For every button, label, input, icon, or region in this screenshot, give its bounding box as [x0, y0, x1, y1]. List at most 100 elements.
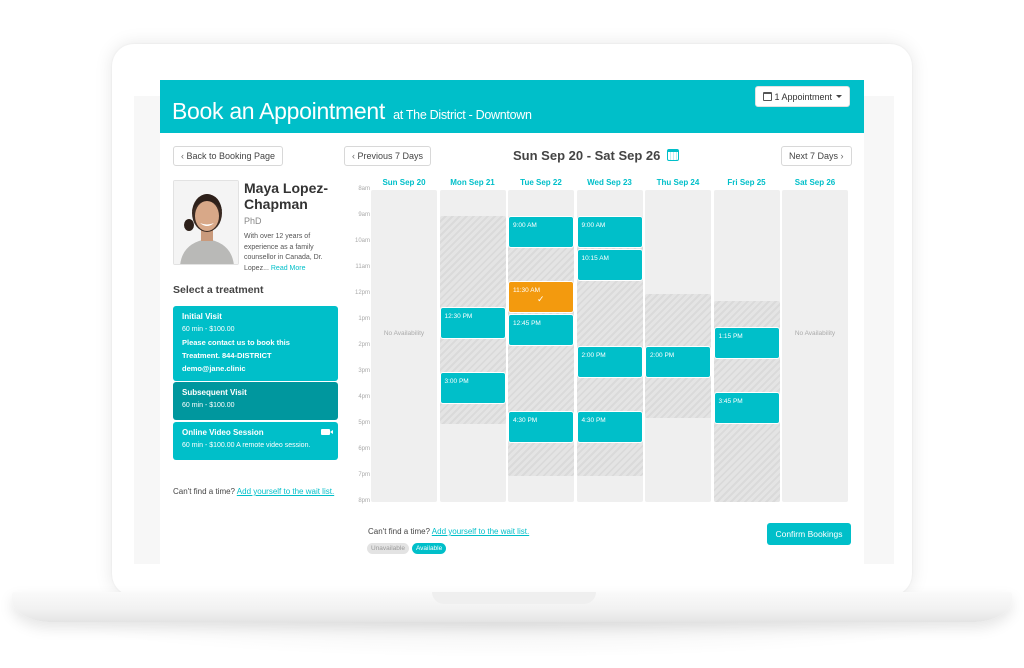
booking-screen: Book an Appointment at The District - Do… — [160, 80, 864, 564]
time-slot[interactable]: 12:45 PM — [508, 313, 574, 346]
treatment-meta: 60 min - $100.00 — [182, 326, 235, 333]
practitioner-credential: PhD — [244, 216, 262, 226]
day-header: Wed Sep 23 — [587, 178, 632, 187]
legend-available: Available — [411, 543, 447, 554]
treatment-meta: 60 min - $100.00 — [182, 402, 235, 409]
hour-label: 1pm — [358, 316, 370, 322]
treatment-note: demo@jane.clinic — [182, 364, 246, 373]
next-label: Next 7 Days — [789, 151, 839, 161]
slot-time: 12:30 PM — [444, 313, 473, 320]
appointments-dropdown[interactable]: 1 Appointment — [755, 86, 850, 107]
waitlist-prompt-bottom: Can't find a time? Add yourself to the w… — [368, 527, 529, 536]
hour-label: 11am — [355, 264, 370, 270]
hour-label: 6pm — [358, 446, 370, 452]
avatar — [174, 181, 238, 264]
confirm-bookings-button[interactable]: Confirm Bookings — [767, 523, 851, 545]
time-slot-selected[interactable]: 11:30 AM ✓ — [508, 281, 574, 313]
day-header: Sun Sep 20 — [382, 178, 426, 187]
availability-calendar: 8am 9am 10am 11am 12pm 1pm 2pm 3pm 4pm 5pm 6pm 7pm 8… — [345, 178, 850, 508]
availability-legend: Unavailable Available — [367, 543, 447, 554]
time-slot[interactable]: 9:00 AM — [576, 216, 643, 248]
video-camera-icon — [321, 429, 333, 435]
waitlist-prompt-sidebar: Can't find a time? Add yourself to the w… — [173, 486, 343, 498]
day-column: 9:00 AM 10:15 AM 2:00 PM 4:30 PM — [576, 190, 643, 502]
previous-7-days-button[interactable]: ‹ Previous 7 Days — [344, 146, 432, 166]
slot-time: 3:45 PM — [718, 397, 743, 405]
laptop-mockup: Book an Appointment at The District - Do… — [0, 0, 1024, 668]
time-slot[interactable]: 9:00 AM — [508, 216, 574, 248]
laptop-shadow — [40, 618, 984, 658]
slot-time: 3:00 PM — [444, 378, 469, 385]
back-label: Back to Booking Page — [186, 151, 276, 161]
day-header: Fri Sep 25 — [727, 178, 766, 187]
slot-time: 4:30 PM — [513, 417, 538, 424]
treatment-name: Initial Visit — [182, 312, 222, 321]
time-slot[interactable]: 3:00 PM — [439, 372, 506, 404]
screen-margin-right — [864, 96, 894, 564]
title-text: Book an Appointment — [172, 98, 385, 124]
legend-unavailable: Unavailable — [367, 543, 409, 554]
day-column: No Availability — [782, 190, 848, 502]
slot-time: 4:30 PM — [581, 417, 606, 424]
slot-time: 2:00 PM — [581, 352, 606, 359]
page-title: Book an Appointment at The District - Do… — [172, 98, 532, 125]
slot-time: 1:15 PM — [718, 332, 743, 340]
hour-label: 5pm — [358, 420, 370, 426]
day-column: 9:00 AM 11:30 AM ✓ 12:45 PM 4:30 PM — [508, 190, 574, 502]
waitlist-prompt-text: Can't find a time? — [173, 487, 236, 496]
treatment-initial-visit[interactable]: Initial Visit 60 min - $100.00 Please co… — [173, 306, 338, 381]
slot-time: 9:00 AM — [581, 222, 606, 229]
day-header: Thu Sep 24 — [656, 178, 700, 187]
page-header: Book an Appointment at The District - Do… — [160, 80, 864, 133]
day-column: 12:30 PM 3:00 PM — [439, 190, 506, 502]
time-slot[interactable]: 3:45 PM — [713, 391, 780, 424]
time-slot[interactable]: 10:15 AM — [576, 248, 643, 281]
appointments-label: 1 Appointment — [774, 91, 832, 102]
hour-label: 3pm — [358, 368, 370, 374]
treatment-name: Subsequent Visit — [182, 388, 247, 397]
waitlist-link[interactable]: Add yourself to the wait list. — [237, 487, 334, 496]
day-header: Tue Sep 22 — [520, 178, 562, 187]
hour-label: 8am — [358, 186, 370, 192]
slot-time: 9:00 AM — [513, 222, 537, 229]
no-availability-label: No Availability — [794, 330, 836, 337]
practitioner-bio: With over 12 years of experience as a fa… — [244, 232, 340, 274]
slot-time: 12:45 PM — [513, 319, 541, 327]
hour-label: 9am — [358, 212, 370, 218]
read-more-link[interactable]: Read More — [271, 265, 306, 272]
hour-label: 2pm — [358, 342, 370, 348]
day-header: Sat Sep 26 — [794, 178, 836, 187]
next-7-days-button[interactable]: Next 7 Days › — [781, 146, 852, 166]
chevron-right-icon: › — [838, 151, 844, 161]
time-slot[interactable]: 4:30 PM — [508, 411, 574, 443]
treatment-online-video-session[interactable]: Online Video Session 60 min - $100.00 A … — [173, 422, 338, 460]
slot-time: 2:00 PM — [650, 352, 675, 359]
hour-label: 4pm — [358, 394, 370, 400]
time-slot[interactable]: 2:00 PM — [576, 346, 643, 378]
day-column: 1:15 PM 3:45 PM — [713, 190, 780, 502]
back-to-booking-button[interactable]: ‹ Back to Booking Page — [173, 146, 284, 166]
checkmark-icon: ✓ — [537, 294, 545, 304]
hour-label: 8pm — [358, 498, 370, 504]
treatment-meta: 60 min - $100.00 A remote video session. — [182, 442, 311, 449]
day-column: 2:00 PM — [645, 190, 711, 502]
time-slot[interactable]: 2:00 PM — [645, 346, 711, 378]
time-slot[interactable]: 12:30 PM — [439, 307, 506, 339]
date-range-title: Sun Sep 20 - Sat Sep 26 — [513, 148, 680, 163]
time-slot[interactable]: 1:15 PM — [713, 326, 780, 359]
select-treatment-heading: Select a treatment — [173, 284, 264, 296]
treatment-note: Please contact us to book this — [182, 338, 290, 347]
calendar-icon[interactable] — [667, 149, 680, 161]
treatment-subsequent-visit[interactable]: Subsequent Visit 60 min - $100.00 — [173, 382, 338, 420]
hour-label: 12pm — [354, 290, 370, 296]
treatment-name: Online Video Session — [182, 428, 264, 437]
location-text: at The District - Downtown — [393, 108, 532, 122]
slot-time: 11:30 AM — [513, 287, 540, 294]
screen-margin-left — [134, 96, 160, 564]
waitlist-prompt-text: Can't find a time? — [368, 527, 431, 536]
slot-time: 10:15 AM — [581, 254, 609, 262]
practitioner-name: Maya Lopez-Chapman — [244, 180, 329, 212]
waitlist-link[interactable]: Add yourself to the wait list. — [432, 527, 529, 536]
laptop-notch — [432, 592, 596, 604]
time-slot[interactable]: 4:30 PM — [576, 411, 643, 443]
